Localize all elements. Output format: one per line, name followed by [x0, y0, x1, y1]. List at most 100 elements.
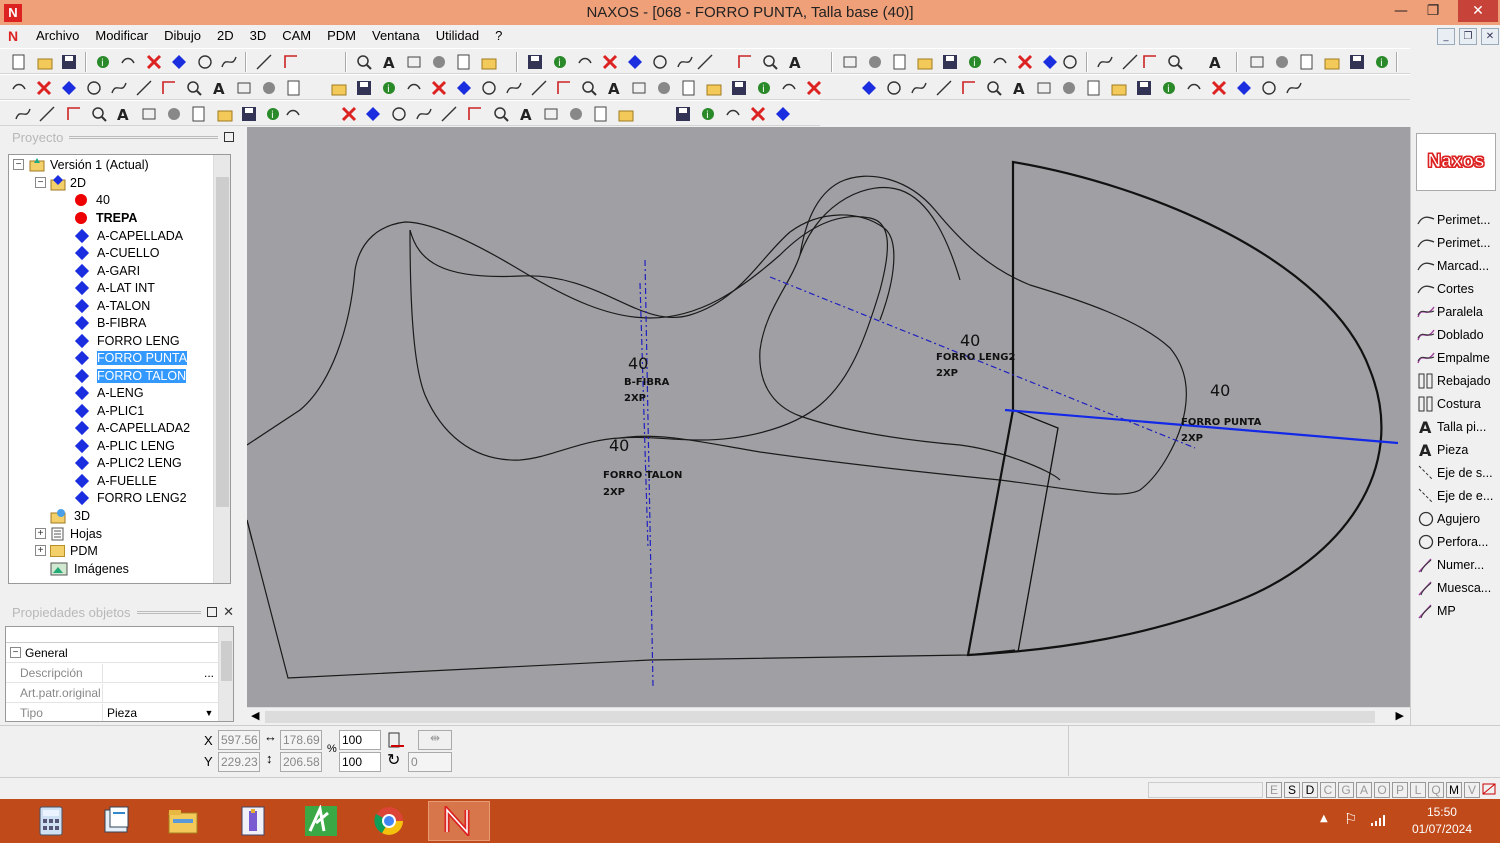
save-icon[interactable] — [1135, 79, 1153, 97]
menu-archivo[interactable]: Archivo — [28, 25, 87, 47]
new-file-icon[interactable] — [1085, 79, 1103, 97]
corner-icon[interactable] — [555, 79, 573, 97]
layers-icon[interactable] — [1482, 782, 1498, 798]
network-icon[interactable] — [1370, 813, 1388, 827]
zoom-icon[interactable] — [492, 105, 510, 123]
corner-icon[interactable] — [1141, 53, 1159, 71]
tool-skive[interactable]: Rebajado — [1417, 370, 1491, 392]
point-icon[interactable] — [364, 105, 382, 123]
mode-toggle-l[interactable]: L — [1410, 782, 1426, 798]
tree-item-size-40[interactable]: 40 — [75, 191, 110, 208]
tree-item-piece[interactable]: A-PLIC LENG — [74, 437, 175, 454]
tree-item-piece[interactable]: A-PLIC1 — [74, 402, 144, 419]
zoom-icon[interactable] — [985, 79, 1003, 97]
curve-icon[interactable] — [405, 79, 423, 97]
menu-pdm[interactable]: PDM — [319, 25, 364, 47]
tool-perimeter[interactable]: Perimet... — [1417, 232, 1491, 254]
mode-toggle-p[interactable]: P — [1392, 782, 1408, 798]
collapse-icon[interactable]: − — [35, 177, 46, 188]
tool-perforation[interactable]: Perfora... — [1417, 531, 1488, 553]
tool-size-text[interactable]: A Talla pi... — [1417, 416, 1486, 438]
tree-item-piece[interactable]: FORRO LENG — [74, 332, 180, 349]
tool-notch[interactable]: Muesca... — [1417, 577, 1491, 599]
open-folder-icon[interactable] — [617, 105, 635, 123]
tree-item-piece[interactable]: A-GARI — [74, 262, 140, 279]
new-file-icon[interactable] — [592, 105, 610, 123]
zoom-icon[interactable] — [90, 105, 108, 123]
circle-icon[interactable] — [1061, 53, 1079, 71]
text-icon[interactable]: A — [1206, 53, 1224, 72]
mode-toggle-m[interactable]: M — [1446, 782, 1462, 798]
tool-axis[interactable]: Eje de e... — [1417, 485, 1493, 507]
menu-2d[interactable]: 2D — [209, 25, 242, 47]
explorer-doc-taskbar-icon[interactable] — [86, 801, 148, 841]
open-folder-icon[interactable] — [330, 79, 348, 97]
tree-item-piece[interactable]: A-PLIC2 LENG — [74, 455, 182, 472]
tree-item-piece[interactable]: A-TALON — [74, 297, 150, 314]
chrome-taskbar-icon[interactable] — [358, 801, 420, 841]
corner-icon[interactable] — [282, 53, 300, 71]
prop-value[interactable] — [102, 683, 218, 702]
rectangle-icon[interactable] — [1248, 53, 1266, 71]
menu-3d[interactable]: 3D — [242, 25, 275, 47]
mode-toggle-d[interactable]: D — [1302, 782, 1318, 798]
rectangle-icon[interactable] — [841, 53, 859, 71]
tool-marker[interactable]: Marcad... — [1417, 255, 1489, 277]
save-icon[interactable] — [355, 79, 373, 97]
line-icon[interactable] — [255, 53, 273, 71]
shape-icon[interactable] — [655, 79, 673, 97]
mode-toggle-g[interactable]: G — [1338, 782, 1354, 798]
line-icon[interactable] — [1121, 53, 1139, 71]
system-clock[interactable]: 15:50 01/07/2024 — [1412, 804, 1472, 838]
open-folder-icon[interactable] — [916, 53, 934, 71]
width-field[interactable]: 178.69 — [280, 730, 322, 750]
app-taskbar-icon[interactable] — [222, 801, 284, 841]
curve-icon[interactable] — [10, 79, 28, 97]
calculator-taskbar-icon[interactable] — [20, 801, 82, 841]
info-icon[interactable]: i — [966, 53, 984, 71]
prop-art-patr-original[interactable]: Art.patr.original — [6, 683, 218, 703]
shape-icon[interactable] — [866, 53, 884, 71]
tool-join[interactable]: Empalme — [1417, 347, 1490, 369]
save-icon[interactable] — [674, 105, 692, 123]
pin-icon[interactable] — [224, 132, 234, 142]
curve-icon[interactable] — [991, 53, 1009, 71]
delete-icon[interactable] — [1016, 53, 1034, 71]
curve-icon[interactable] — [780, 79, 798, 97]
point-icon[interactable] — [1041, 53, 1059, 71]
save-icon[interactable] — [1348, 53, 1366, 71]
tree-item-3d[interactable]: 3D — [35, 507, 90, 524]
circle-icon[interactable] — [885, 79, 903, 97]
shape-icon[interactable] — [165, 105, 183, 123]
tipo-select[interactable]: Pieza — [102, 703, 200, 721]
point-icon[interactable] — [860, 79, 878, 97]
menu-help[interactable]: ? — [487, 25, 510, 47]
tree-item-hojas[interactable]: + Hojas — [35, 525, 102, 542]
mode-toggle-a[interactable]: A — [1356, 782, 1372, 798]
scroll-right-icon[interactable]: ▶ — [1396, 709, 1404, 722]
mode-toggle-e[interactable]: E — [1266, 782, 1282, 798]
point-icon[interactable] — [1235, 79, 1253, 97]
rectangle-icon[interactable] — [542, 105, 560, 123]
circle-icon[interactable] — [480, 79, 498, 97]
tree-item-piece[interactable]: A-CAPELLADA2 — [74, 420, 190, 437]
save-icon[interactable] — [730, 79, 748, 97]
circle-icon[interactable] — [1260, 79, 1278, 97]
tree-item-piece[interactable]: B-FIBRA — [74, 315, 146, 332]
mdi-restore-button[interactable]: ❐ — [1459, 28, 1477, 45]
save-icon[interactable] — [240, 105, 258, 123]
spline-icon[interactable] — [415, 105, 433, 123]
rectangle-icon[interactable] — [405, 53, 423, 71]
tree-item-piece[interactable]: A-LENG — [74, 385, 144, 402]
open-folder-icon[interactable] — [216, 105, 234, 123]
info-icon[interactable]: i — [551, 53, 569, 71]
tree-item-piece-selected[interactable]: FORRO PUNTA — [74, 350, 188, 367]
new-file-icon[interactable] — [285, 79, 303, 97]
new-file-icon[interactable] — [10, 53, 28, 71]
rectangle-icon[interactable] — [1035, 79, 1053, 97]
shape-icon[interactable] — [1060, 79, 1078, 97]
tray-chevron-icon[interactable]: ▲ — [1320, 813, 1328, 824]
expand-icon[interactable]: + — [35, 545, 46, 556]
expand-icon[interactable]: + — [35, 528, 46, 539]
tree-item-piece[interactable]: FORRO LENG2 — [74, 490, 187, 507]
